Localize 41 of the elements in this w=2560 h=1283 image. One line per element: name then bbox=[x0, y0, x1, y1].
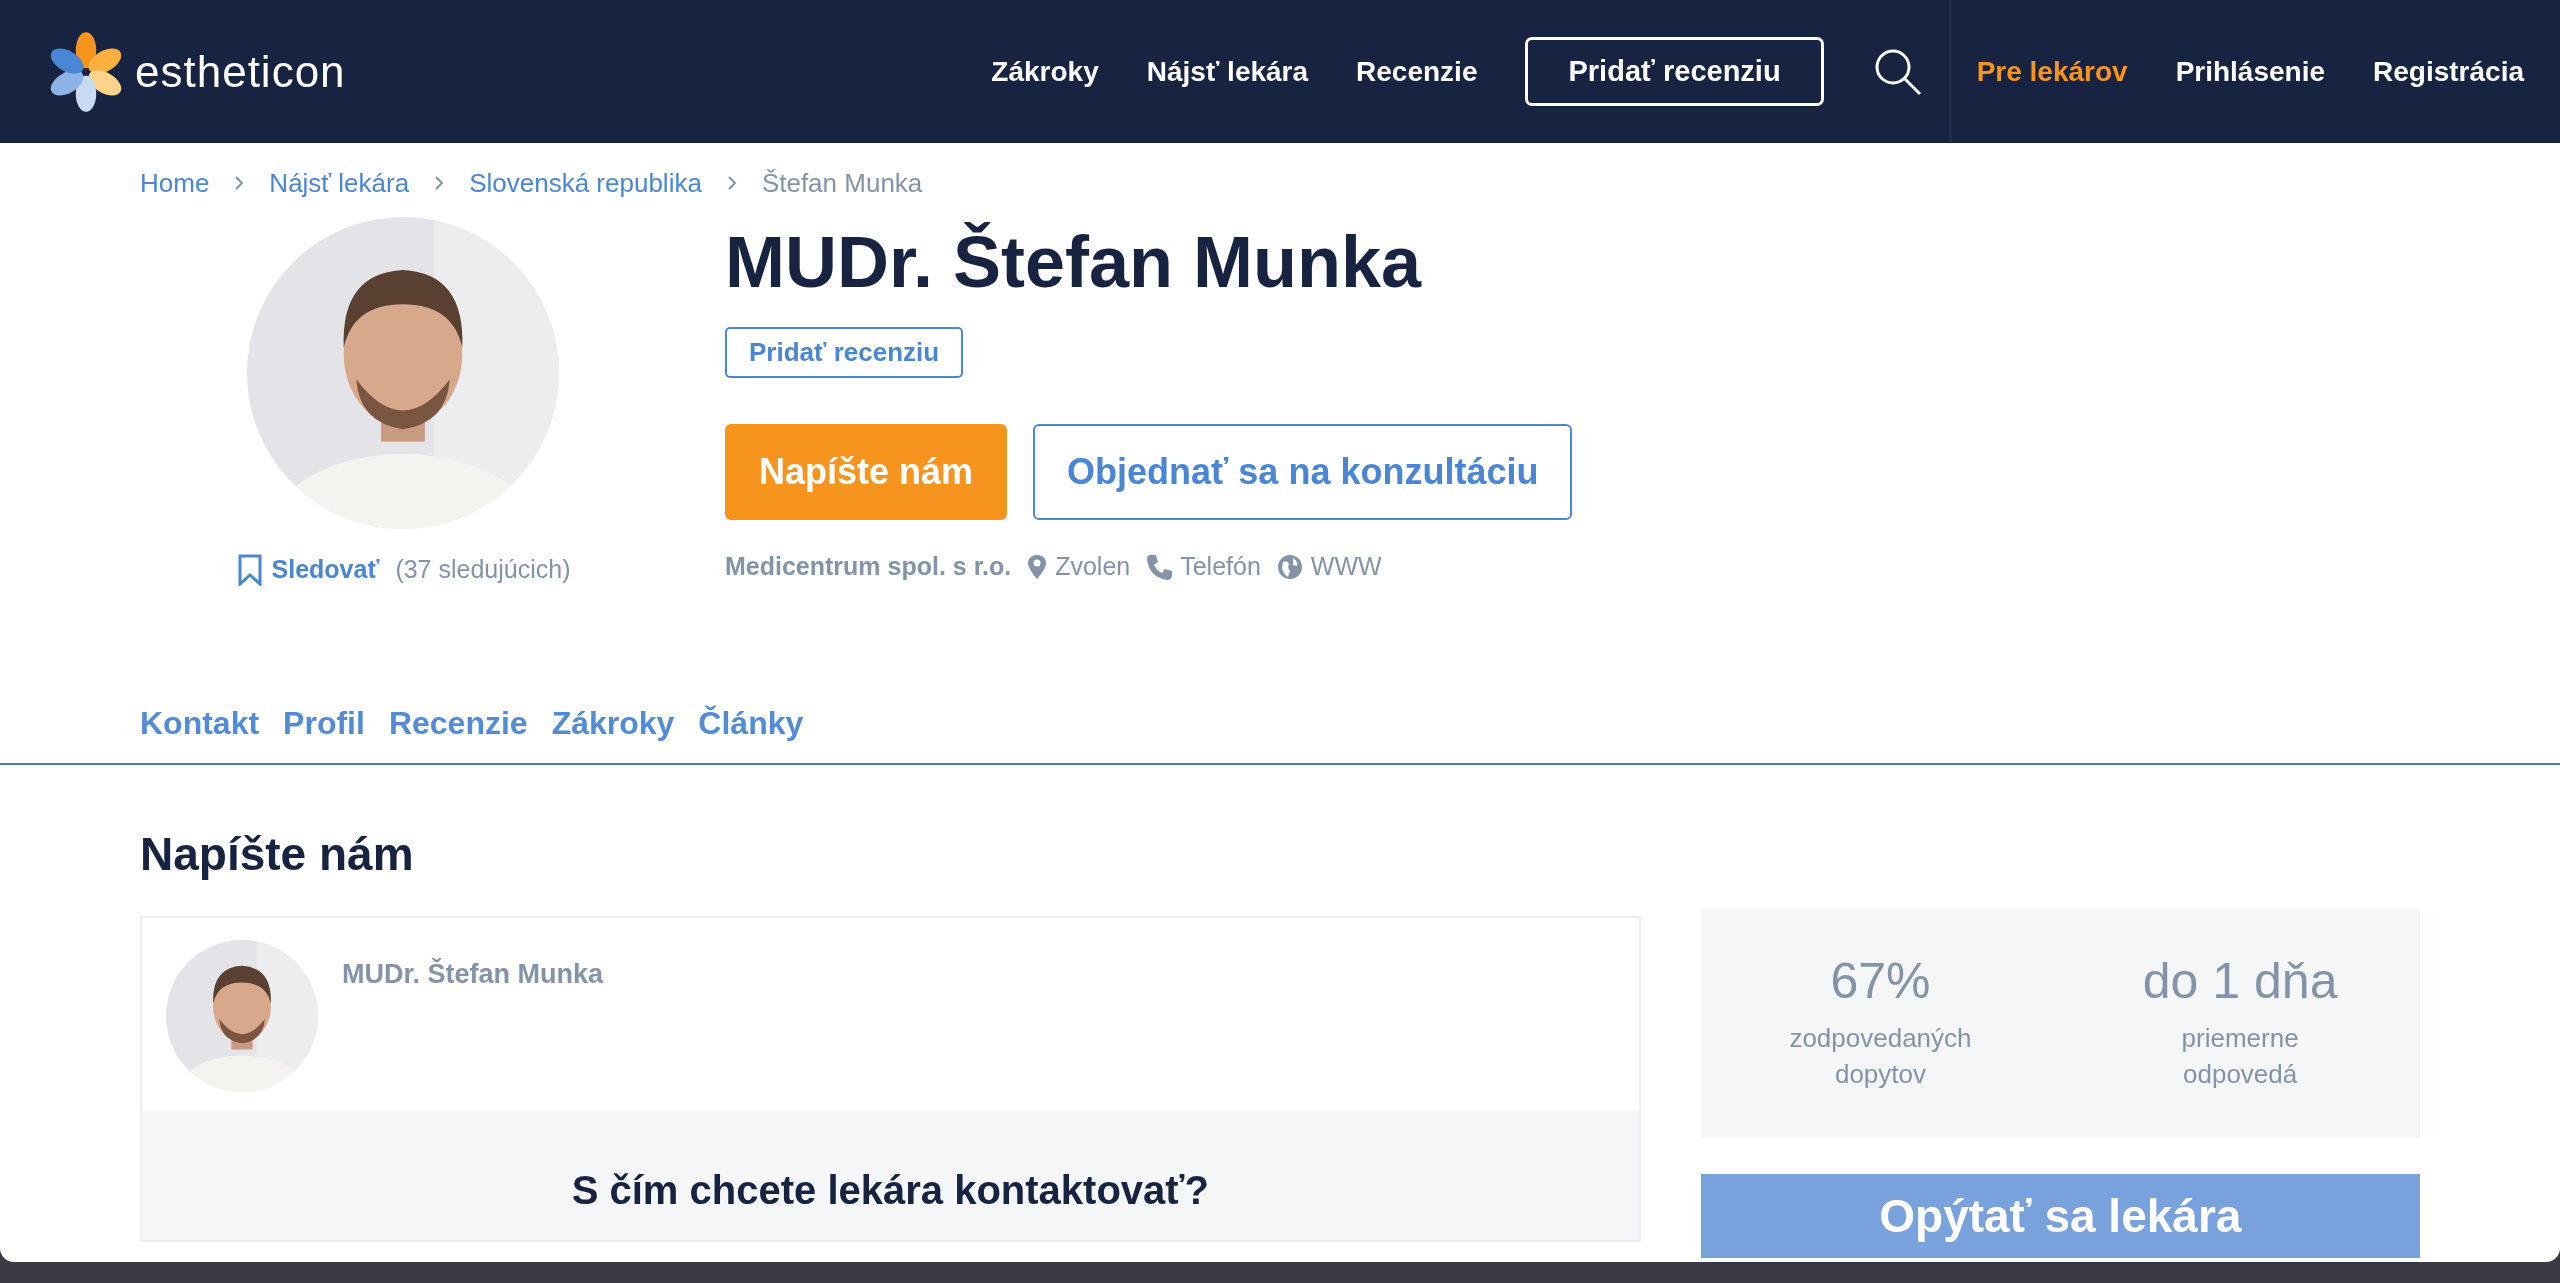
profile-tab[interactable]: Kontakt bbox=[140, 698, 260, 747]
stat-caption: zodpovedaných dopytov bbox=[1788, 1022, 1973, 1091]
doctor-name: MUDr. Štefan Munka bbox=[342, 957, 604, 991]
account-link[interactable]: Registrácia bbox=[2373, 50, 2524, 93]
contact-link[interactable]: WWW bbox=[1310, 548, 1382, 586]
nav-link-item[interactable]: Zákroky bbox=[991, 50, 1099, 93]
globe-icon bbox=[1276, 554, 1303, 581]
profile-tab[interactable]: Zákroky bbox=[551, 698, 675, 747]
profile-tab[interactable]: Profil bbox=[283, 698, 365, 747]
account-link[interactable]: Pre lekárov bbox=[1976, 50, 2128, 93]
ask-doctor-button[interactable]: Opýtať sa lekára bbox=[1700, 1173, 2420, 1258]
breadcrumb-current: Štefan Munka bbox=[761, 166, 923, 200]
logo-text: estheticon bbox=[135, 45, 346, 98]
stat-caption: priemerne odpovedá bbox=[2180, 1022, 2300, 1091]
question-heading: S čím chcete lekára kontaktovať? bbox=[571, 1166, 1209, 1214]
profile-tab[interactable]: Články bbox=[698, 698, 804, 747]
chevron-icon bbox=[233, 174, 246, 192]
contact-link[interactable]: Telefón bbox=[1180, 548, 1261, 586]
profile-tab[interactable]: Recenzie bbox=[388, 698, 528, 747]
breadcrumb-link[interactable]: Slovenská republika bbox=[469, 163, 702, 203]
chevron-icon bbox=[725, 174, 738, 192]
stat-value: do 1 dňa bbox=[2142, 954, 2338, 1010]
phone-icon bbox=[1146, 554, 1173, 581]
section-heading: Napíšte nám bbox=[140, 826, 415, 882]
breadcrumb-link[interactable]: Home bbox=[140, 163, 210, 203]
add-review-button[interactable]: Pridať recenziu bbox=[725, 327, 964, 379]
doctor-name: MUDr. Štefan Munka bbox=[725, 221, 1422, 304]
contact-link[interactable]: Zvolen bbox=[1055, 548, 1131, 586]
follow-link[interactable]: Sledovať bbox=[235, 551, 380, 589]
write-us-button[interactable]: Napíšte nám bbox=[725, 424, 1008, 521]
account-link[interactable]: Prihlásenie bbox=[2175, 50, 2326, 93]
chevron-icon bbox=[433, 174, 446, 192]
add-review-button[interactable]: Pridať recenziu bbox=[1525, 36, 1824, 107]
stat-value: 67% bbox=[1830, 954, 1931, 1010]
nav-link-item[interactable]: Recenzie bbox=[1356, 50, 1478, 93]
consultation-button[interactable]: Objednať sa na konzultáciu bbox=[1033, 424, 1573, 521]
breadcrumb-link[interactable]: Nájsť lekára bbox=[269, 163, 410, 203]
follower-count: (37 sledujúcich) bbox=[395, 554, 571, 585]
nav-link-item[interactable]: Nájsť lekára bbox=[1146, 50, 1309, 93]
pin-icon bbox=[1027, 554, 1048, 581]
clinic-name: Medicentrum spol. s r.o. bbox=[725, 551, 1012, 583]
